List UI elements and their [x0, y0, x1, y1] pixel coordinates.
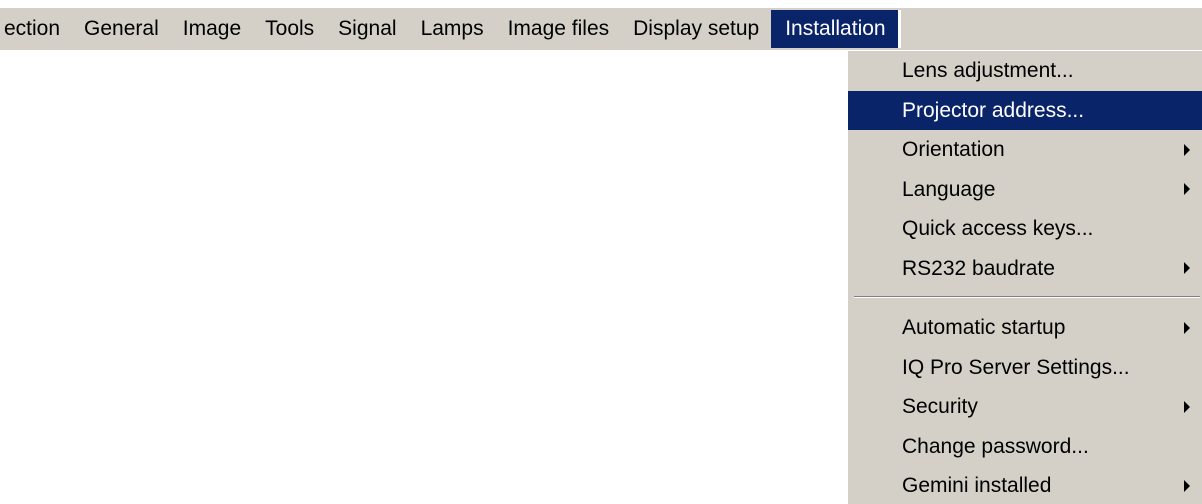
- menubar: ection General Image Tools Signal Lamps …: [0, 8, 1202, 50]
- menu-projector-selection[interactable]: ection: [0, 10, 72, 48]
- menu-item-lens-adjustment[interactable]: Lens adjustment...: [848, 51, 1202, 91]
- menu-item-label: Orientation: [902, 138, 1005, 161]
- menu-item-label: Automatic startup: [902, 316, 1066, 339]
- menu-image[interactable]: Image: [171, 10, 253, 48]
- menu-lamps[interactable]: Lamps: [409, 10, 496, 48]
- menu-separator: [848, 288, 1202, 308]
- menu-item-quick-access-keys[interactable]: Quick access keys...: [848, 209, 1202, 249]
- menu-general[interactable]: General: [72, 10, 171, 48]
- menu-display-setup[interactable]: Display setup: [621, 10, 771, 48]
- menu-item-label: Language: [902, 177, 996, 201]
- menu-item-label: IQ Pro Server Settings...: [902, 355, 1130, 379]
- menu-item-iq-pro-server-settings[interactable]: IQ Pro Server Settings...: [848, 348, 1202, 388]
- menu-item-label: Projector address...: [902, 98, 1085, 122]
- menu-item-orientation[interactable]: Orientation: [848, 130, 1202, 170]
- submenu-arrow-icon: [1184, 262, 1190, 275]
- menu-item-label: Lens adjustment...: [902, 59, 1074, 82]
- menu-installation[interactable]: Installation: [771, 10, 901, 48]
- menu-item-label: RS232 baudrate: [902, 256, 1055, 280]
- submenu-arrow-icon: [1184, 183, 1190, 196]
- menu-signal[interactable]: Signal: [326, 10, 408, 48]
- menu-item-rs232-baudrate[interactable]: RS232 baudrate: [848, 249, 1202, 289]
- menu-item-label: Quick access keys...: [902, 217, 1094, 240]
- submenu-arrow-icon: [1184, 400, 1190, 413]
- screen: ection General Image Tools Signal Lamps …: [0, 0, 1202, 504]
- submenu-arrow-icon: [1184, 479, 1190, 492]
- submenu-arrow-icon: [1184, 143, 1190, 156]
- menu-image-files[interactable]: Image files: [496, 10, 622, 48]
- menu-item-language[interactable]: Language: [848, 170, 1202, 210]
- menu-tools[interactable]: Tools: [253, 10, 326, 48]
- menu-item-gemini-installed[interactable]: Gemini installed: [848, 466, 1202, 504]
- menu-item-label: Security: [902, 395, 978, 418]
- menu-item-security[interactable]: Security: [848, 387, 1202, 427]
- menu-item-label: Gemini installed: [902, 474, 1052, 497]
- menu-item-label: Change password...: [902, 434, 1089, 458]
- menu-item-projector-address[interactable]: Projector address...: [848, 90, 1202, 130]
- menu-item-automatic-startup[interactable]: Automatic startup: [848, 308, 1202, 348]
- submenu-arrow-icon: [1184, 321, 1190, 334]
- installation-dropdown: Lens adjustment... Projector address... …: [846, 50, 1202, 504]
- menu-item-change-password[interactable]: Change password...: [848, 427, 1202, 467]
